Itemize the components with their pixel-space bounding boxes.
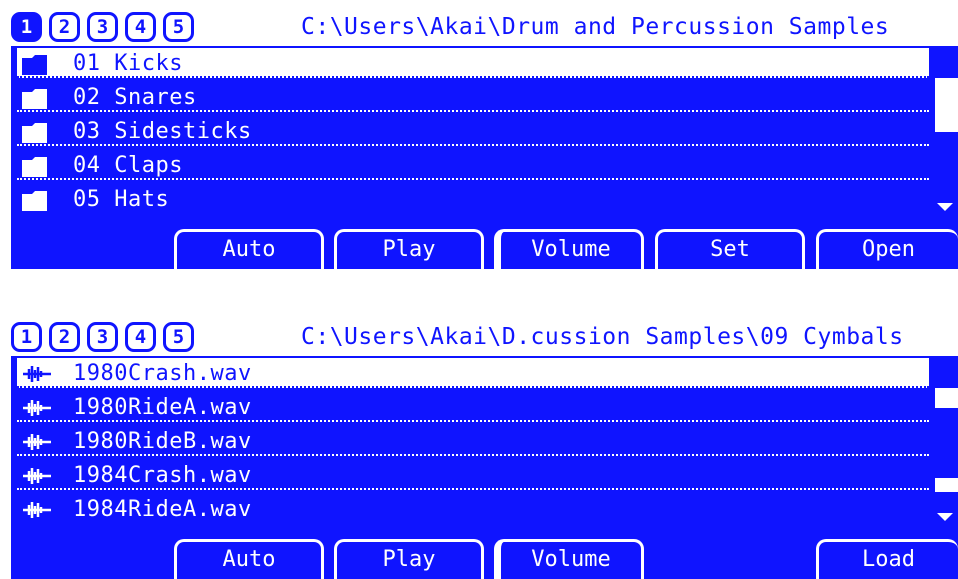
auto-button[interactable]: Auto [174,229,324,269]
folder-icon [21,87,61,109]
tab-1[interactable]: 1 [11,322,42,352]
list-item[interactable]: 04 Claps [17,150,929,180]
scroll-down-icon[interactable] [937,513,953,521]
audio-file-icon [21,431,61,453]
file-list: 1980Crash.wav 1980RideA.wav 1980RideB.wa… [11,356,931,525]
list-item-label: 01 Kicks [73,51,183,76]
soft-button-bar: Auto Play Volume Set Open [11,215,958,269]
list-item[interactable]: 02 Snares [17,82,929,112]
list-item-label: 1984RideA.wav [73,497,252,522]
list-item[interactable]: 1980Crash.wav [17,358,929,388]
list-item[interactable]: 01 Kicks [17,48,929,78]
list-item-label: 03 Sidesticks [73,119,252,144]
tab-5[interactable]: 5 [163,322,194,352]
tab-3[interactable]: 3 [87,322,118,352]
volume-button[interactable]: Volume [494,539,644,579]
play-button[interactable]: Play [334,539,484,579]
scrollbar[interactable] [931,46,958,215]
open-button[interactable]: Open [816,229,958,269]
folder-icon [21,121,61,143]
audio-file-icon [21,363,61,385]
auto-button[interactable]: Auto [174,539,324,579]
header-bar: 1 2 3 4 5 C:\Users\Akai\D.cussion Sample… [11,310,958,356]
tab-2[interactable]: 2 [49,12,80,42]
tab-3[interactable]: 3 [87,12,118,42]
header-bar: 1 2 3 4 5 C:\Users\Akai\Drum and Percuss… [11,0,958,46]
list-item-label: 1984Crash.wav [73,463,252,488]
audio-file-icon [21,397,61,419]
scrollbar-thumb[interactable] [935,408,958,478]
set-button[interactable]: Set [655,229,805,269]
list-item-label: 04 Claps [73,153,183,178]
list-item[interactable]: 05 Hats [17,184,929,214]
soft-button-bar: Auto Play Volume Load [11,525,958,579]
tab-1[interactable]: 1 [11,12,42,42]
tab-5[interactable]: 5 [163,12,194,42]
tab-4[interactable]: 4 [125,322,156,352]
folder-icon [21,155,61,177]
file-list: 01 Kicks 02 Snares 03 Sidesticks 04 Clap… [11,46,931,215]
list-item-label: 1980RideA.wav [73,395,252,420]
list-item-label: 1980RideB.wav [73,429,252,454]
list-item-label: 1980Crash.wav [73,361,252,386]
browser-screen-samples: 1 2 3 4 5 C:\Users\Akai\D.cussion Sample… [11,310,958,579]
audio-file-icon [21,499,61,521]
list-item[interactable]: 1984RideA.wav [17,494,929,524]
play-button[interactable]: Play [334,229,484,269]
list-item[interactable]: 1984Crash.wav [17,460,929,490]
folder-icon [21,53,61,75]
list-item-label: 02 Snares [73,85,197,110]
list-item[interactable]: 1980RideA.wav [17,392,929,422]
list-item[interactable]: 03 Sidesticks [17,116,929,146]
current-path: C:\Users\Akai\Drum and Percussion Sample… [301,14,890,40]
browser-screen-folders: 1 2 3 4 5 C:\Users\Akai\Drum and Percuss… [11,0,958,269]
scrollbar-thumb[interactable] [935,132,958,182]
tab-4[interactable]: 4 [125,12,156,42]
list-item[interactable]: 1980RideB.wav [17,426,929,456]
load-button[interactable]: Load [816,539,958,579]
scrollbar[interactable] [931,356,958,525]
folder-icon [21,189,61,211]
audio-file-icon [21,465,61,487]
list-item-label: 05 Hats [73,187,170,212]
tab-2[interactable]: 2 [49,322,80,352]
volume-button[interactable]: Volume [494,229,644,269]
current-path: C:\Users\Akai\D.cussion Samples\09 Cymba… [301,324,904,350]
scroll-down-icon[interactable] [937,203,953,211]
